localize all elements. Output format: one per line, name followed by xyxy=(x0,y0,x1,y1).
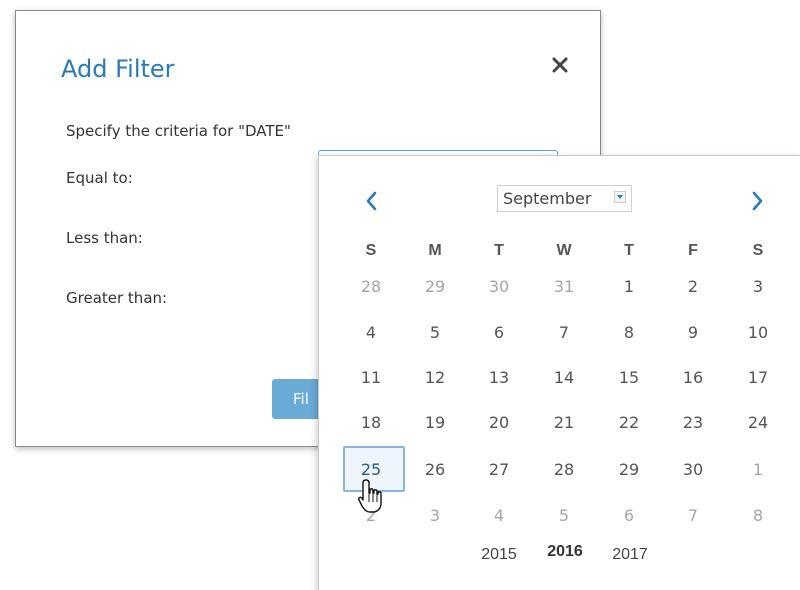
day-cell[interactable]: 6 xyxy=(481,323,517,342)
chevron-down-icon xyxy=(614,191,626,203)
less-than-label: Less than: xyxy=(66,229,143,247)
day-cell[interactable]: 27 xyxy=(481,460,517,479)
day-cell[interactable]: 15 xyxy=(611,368,647,387)
day-cell[interactable]: 19 xyxy=(417,413,453,432)
day-cell[interactable]: 21 xyxy=(546,413,582,432)
day-cell-selected[interactable]: 25 xyxy=(353,460,389,479)
day-cell[interactable]: 29 xyxy=(417,277,453,296)
day-cell[interactable]: 12 xyxy=(417,368,453,387)
day-cell[interactable]: 6 xyxy=(611,506,647,525)
day-cell[interactable]: 3 xyxy=(740,277,776,296)
day-cell[interactable]: 3 xyxy=(417,506,453,525)
weekday-label: W xyxy=(556,242,572,259)
day-cell[interactable]: 22 xyxy=(611,413,647,432)
weekday-label: M xyxy=(428,242,442,259)
day-cell[interactable]: 9 xyxy=(675,323,711,342)
day-cell[interactable]: 8 xyxy=(611,323,647,342)
day-cell[interactable]: 29 xyxy=(611,460,647,479)
day-cell[interactable]: 1 xyxy=(740,460,776,479)
day-cell[interactable]: 28 xyxy=(353,277,389,296)
year-option-next[interactable]: 2017 xyxy=(605,546,655,564)
day-cell[interactable]: 4 xyxy=(353,323,389,342)
weekday-label: S xyxy=(752,242,764,259)
weekday-label: T xyxy=(624,242,634,259)
day-cell[interactable]: 24 xyxy=(740,413,776,432)
day-cell[interactable]: 23 xyxy=(675,413,711,432)
chevron-left-icon[interactable] xyxy=(363,190,381,212)
day-cell[interactable]: 11 xyxy=(353,368,389,387)
close-icon[interactable] xyxy=(549,54,571,76)
day-cell[interactable]: 16 xyxy=(675,368,711,387)
weekday-label: T xyxy=(494,242,504,259)
hand-pointer-icon xyxy=(358,479,382,513)
month-select[interactable]: September xyxy=(497,185,632,212)
weekday-label: S xyxy=(365,242,377,259)
day-cell[interactable]: 28 xyxy=(546,460,582,479)
day-cell[interactable]: 20 xyxy=(481,413,517,432)
day-cell[interactable]: 31 xyxy=(546,277,582,296)
day-cell[interactable]: 5 xyxy=(417,323,453,342)
day-cell[interactable]: 7 xyxy=(675,506,711,525)
dialog-title: Add Filter xyxy=(61,55,175,83)
day-cell[interactable]: 17 xyxy=(740,368,776,387)
year-option-prev[interactable]: 2015 xyxy=(474,546,524,564)
day-cell[interactable]: 4 xyxy=(481,506,517,525)
day-cell[interactable]: 14 xyxy=(546,368,582,387)
day-cell[interactable]: 10 xyxy=(740,323,776,342)
day-cell[interactable]: 2 xyxy=(675,277,711,296)
equal-to-label: Equal to: xyxy=(66,169,133,187)
day-cell[interactable]: 18 xyxy=(353,413,389,432)
day-cell[interactable]: 26 xyxy=(417,460,453,479)
chevron-right-icon[interactable] xyxy=(748,190,766,212)
day-cell[interactable]: 1 xyxy=(611,277,647,296)
date-picker-calendar: September SMTWTFS 28 29 30 31 1 2 3 4 5 6 7 8 9 10 11 1… xyxy=(318,155,800,590)
day-cell[interactable]: 8 xyxy=(740,506,776,525)
greater-than-label: Greater than: xyxy=(66,289,168,307)
day-cell[interactable]: 30 xyxy=(481,277,517,296)
weekday-label: F xyxy=(688,242,698,259)
day-cell[interactable]: 5 xyxy=(546,506,582,525)
year-option-current[interactable]: 2016 xyxy=(540,543,590,561)
day-cell[interactable]: 7 xyxy=(546,323,582,342)
month-select-value: September xyxy=(503,189,592,208)
day-cell[interactable]: 30 xyxy=(675,460,711,479)
criteria-text: Specify the criteria for "DATE" xyxy=(66,122,291,140)
day-cell[interactable]: 13 xyxy=(481,368,517,387)
